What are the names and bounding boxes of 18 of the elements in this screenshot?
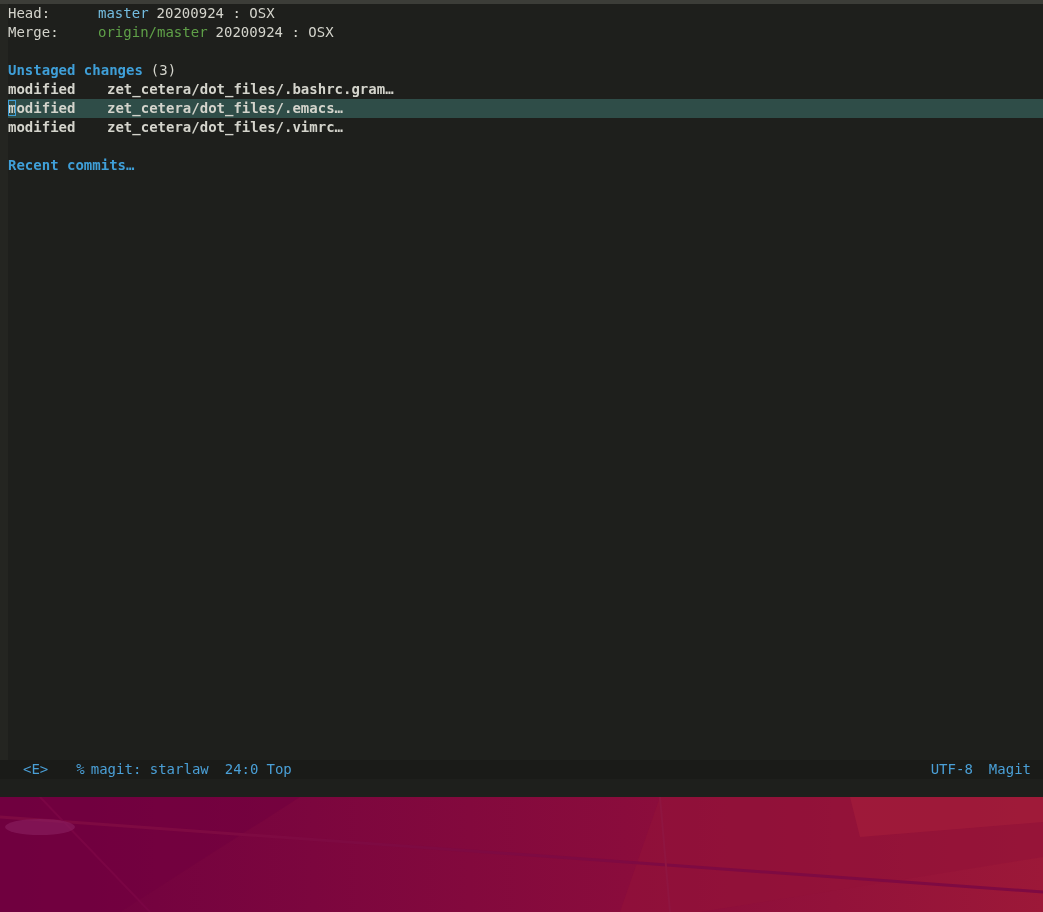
cursor-position: 24:0 bbox=[224, 760, 259, 779]
header-label: Merge: bbox=[8, 23, 60, 42]
branch-name[interactable]: master bbox=[98, 4, 149, 23]
branch-name[interactable]: origin/master bbox=[98, 23, 208, 42]
buffer-status: % bbox=[76, 760, 85, 779]
commit-summary: 20200924 : OSX bbox=[215, 23, 334, 42]
header-label: Head: bbox=[8, 4, 52, 23]
encoding-label: UTF-8 bbox=[930, 760, 973, 779]
commit-summary: 20200924 : OSX bbox=[156, 4, 275, 23]
scroll-position: Top bbox=[266, 760, 292, 779]
section-heading[interactable]: Unstaged changes bbox=[8, 61, 143, 80]
buffer-name: magit: starlaw bbox=[90, 760, 209, 779]
major-mode: Magit bbox=[988, 760, 1031, 779]
evil-state: <E> bbox=[23, 760, 49, 779]
section-heading[interactable]: Recent commits… bbox=[8, 156, 135, 175]
file-row[interactable]: modified zet_cetera/dot_files/.vimrc… bbox=[8, 118, 1043, 137]
change-count: (3) bbox=[150, 61, 177, 80]
file-row[interactable]: modified zet_cetera/dot_files/.bashrc.gram… bbox=[8, 80, 1043, 99]
